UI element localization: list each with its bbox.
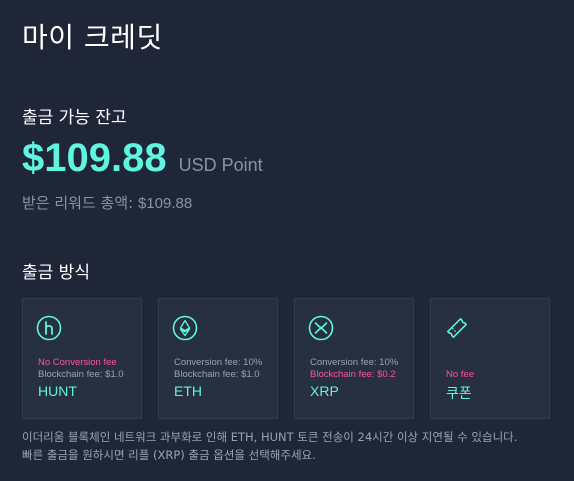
method-name: HUNT <box>38 383 77 399</box>
method-name: ETH <box>174 383 202 399</box>
notice-line-2: 빠른 출금을 원하시면 리플 (XRP) 출금 옵션을 선택해주세요. <box>22 448 316 462</box>
method-card-coupon[interactable]: No fee 쿠폰 <box>430 298 550 419</box>
method-fees: No Conversion fee Blockchain fee: $1.0 <box>38 357 124 381</box>
balance-unit: USD Point <box>178 155 263 175</box>
page-title: 마이 크레딧 <box>22 21 163 54</box>
withdraw-methods: No Conversion fee Blockchain fee: $1.0 H… <box>22 298 550 419</box>
available-balance-label: 출금 가능 잔고 <box>22 108 127 128</box>
method-card-eth[interactable]: Conversion fee: 10% Blockchain fee: $1.0… <box>158 298 278 419</box>
method-name: XRP <box>310 383 339 399</box>
conversion-fee <box>446 357 474 369</box>
notice-text: 이더리움 블록체인 네트워크 과부화로 인해 ETH, HUNT 토큰 전송이 … <box>22 428 562 464</box>
balance-row: $109.88 USD Point <box>22 136 263 181</box>
method-card-hunt[interactable]: No Conversion fee Blockchain fee: $1.0 H… <box>22 298 142 419</box>
method-fees: No fee <box>446 357 474 381</box>
total-reward-label: 받은 리워드 총액: <box>22 194 138 212</box>
notice-line-1: 이더리움 블록체인 네트워크 과부화로 인해 ETH, HUNT 토큰 전송이 … <box>22 430 518 444</box>
blockchain-fee: No fee <box>446 369 474 380</box>
blockchain-fee: Blockchain fee: $1.0 <box>38 369 124 380</box>
blockchain-fee: Blockchain fee: $0.2 <box>310 369 396 380</box>
method-name: 쿠폰 <box>446 385 472 401</box>
hunt-icon <box>36 315 62 341</box>
conversion-fee: Conversion fee: 10% <box>310 357 399 368</box>
method-card-xrp[interactable]: Conversion fee: 10% Blockchain fee: $0.2… <box>294 298 414 419</box>
method-fees: Conversion fee: 10% Blockchain fee: $0.2 <box>310 357 398 381</box>
conversion-fee: No Conversion fee <box>38 357 117 368</box>
total-reward-value: $109.88 <box>137 195 193 212</box>
ethereum-icon <box>172 315 198 341</box>
blockchain-fee: Blockchain fee: $1.0 <box>174 369 260 380</box>
xrp-icon <box>308 315 334 341</box>
withdraw-method-label: 출금 방식 <box>22 263 90 283</box>
method-fees: Conversion fee: 10% Blockchain fee: $1.0 <box>174 357 262 381</box>
balance-amount: $109.88 <box>22 136 167 180</box>
total-reward: 받은 리워드 총액: $109.88 <box>22 192 192 213</box>
coupon-icon <box>444 315 470 341</box>
conversion-fee: Conversion fee: 10% <box>174 357 263 368</box>
